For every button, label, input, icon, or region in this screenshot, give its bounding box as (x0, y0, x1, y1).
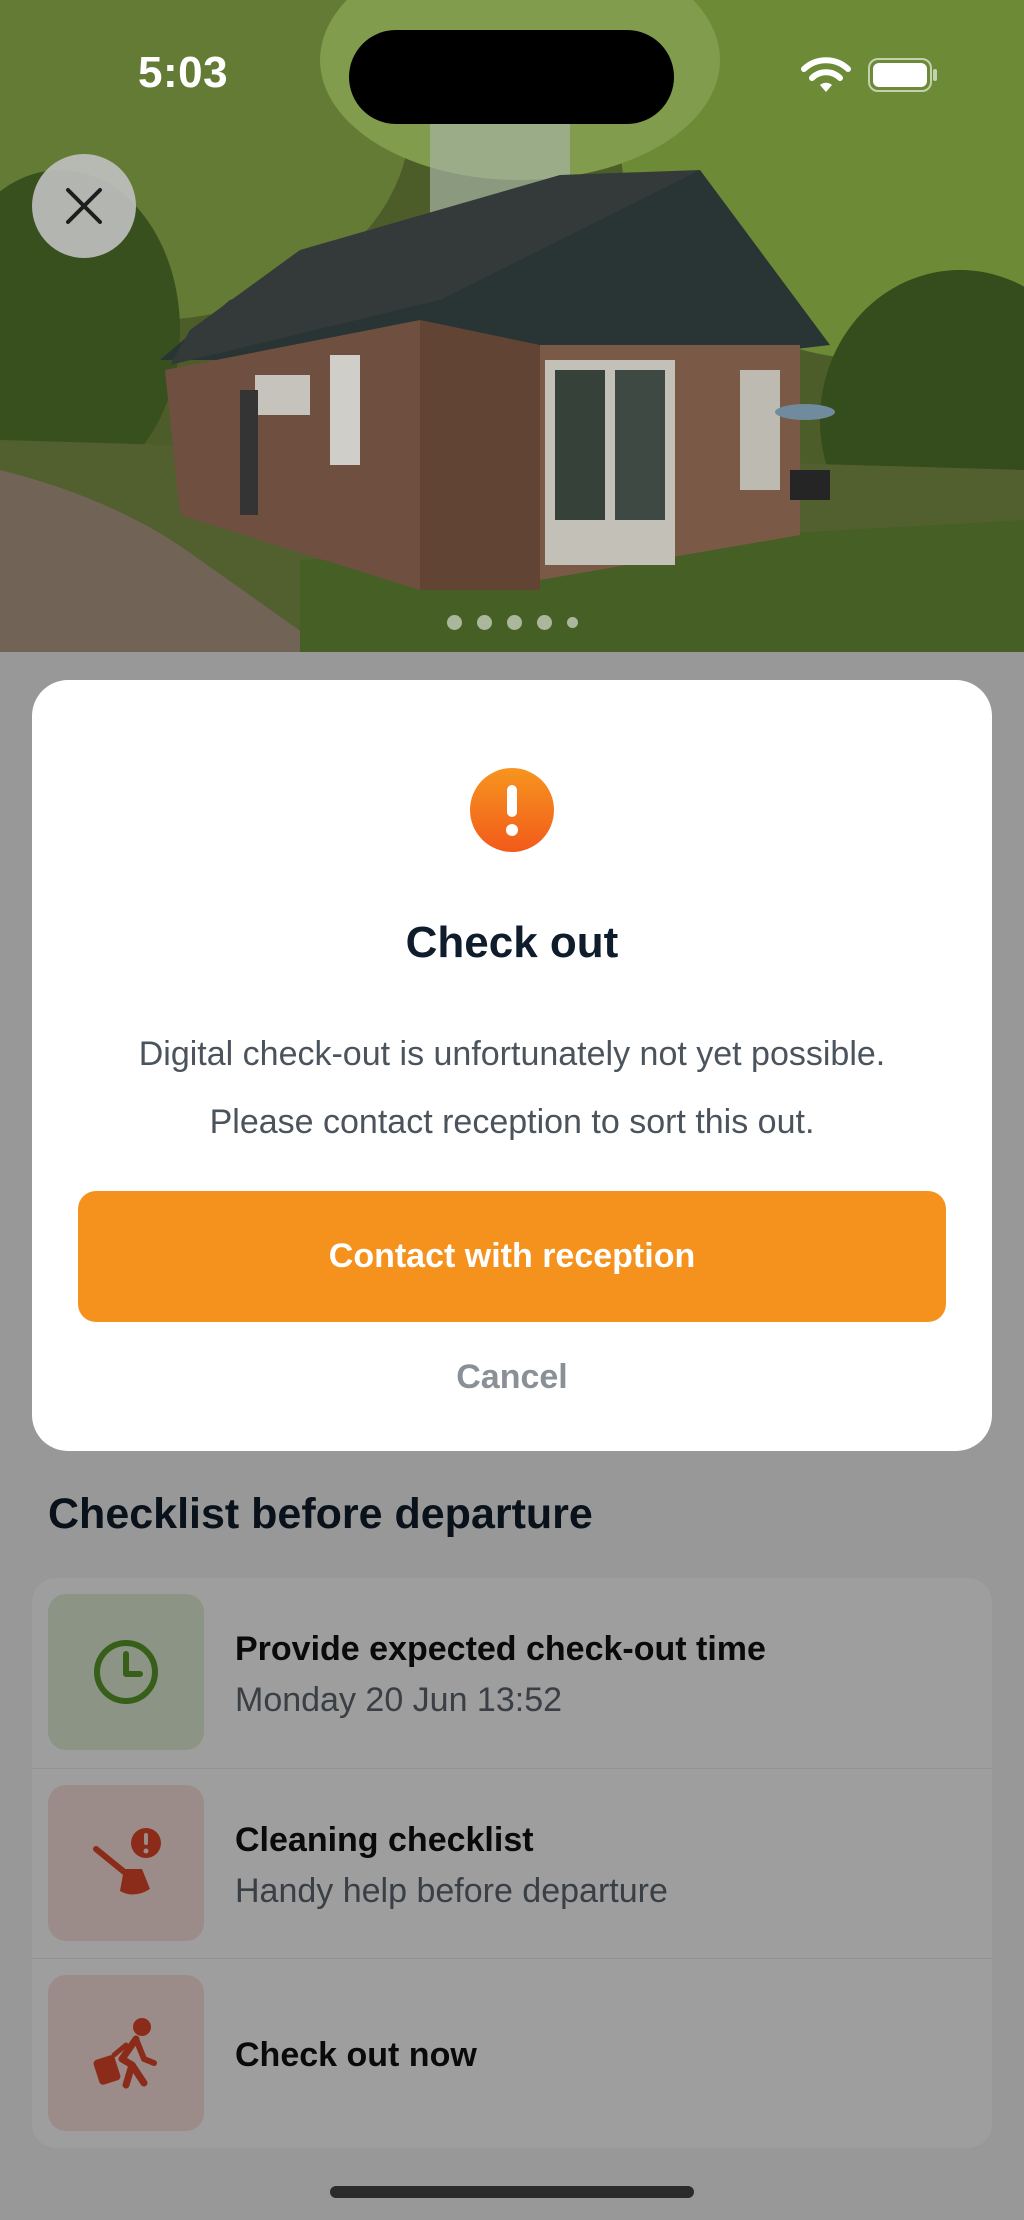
carousel-dot[interactable] (446, 615, 462, 630)
dynamic-island (349, 30, 674, 124)
carousel-dot[interactable] (506, 615, 522, 630)
carousel-dot[interactable] (536, 615, 552, 630)
carousel-dot[interactable] (566, 617, 578, 628)
close-button[interactable] (32, 154, 136, 258)
carousel-dot[interactable] (476, 615, 492, 630)
cancel-button[interactable]: Cancel (32, 1358, 992, 1397)
hero-image[interactable]: 5:03 (0, 0, 1024, 652)
checkout-alert-dialog: Check out Digital check-out is unfortuna… (32, 680, 992, 1451)
dialog-message-line-2: Please contact reception to sort this ou… (209, 1103, 815, 1141)
close-icon (66, 188, 102, 224)
carousel-dots[interactable] (0, 615, 1024, 630)
dialog-title: Check out (405, 918, 619, 967)
wifi-icon (801, 57, 851, 92)
status-time: 5:03 (138, 48, 229, 97)
exclamation-icon (470, 768, 554, 852)
dialog-message: Digital check-out is unfortunately not y… (72, 1020, 952, 1156)
home-indicator[interactable] (330, 2186, 694, 2198)
battery-icon (868, 58, 937, 92)
dialog-message-line-1: Digital check-out is unfortunately not y… (138, 1035, 886, 1073)
status-bar: 5:03 (0, 0, 1024, 124)
contact-reception-button[interactable]: Contact with reception (78, 1191, 946, 1322)
